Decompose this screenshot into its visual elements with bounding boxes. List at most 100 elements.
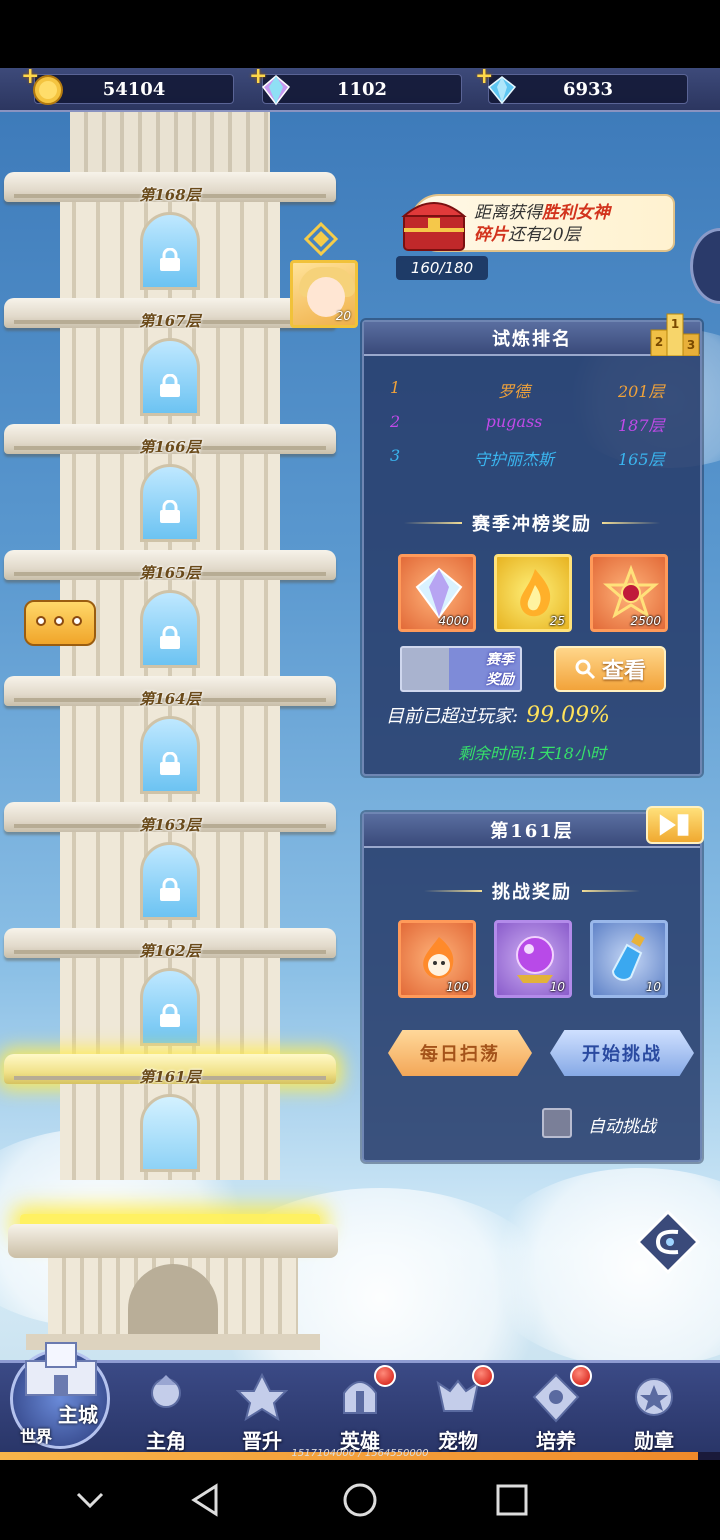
gold-coin-icon <box>33 75 63 105</box>
season-reward-crystal[interactable]: 4000 <box>398 554 476 632</box>
bottom-nav: 主城 世界 主角 晋升 英雄 宠物 培养 勋章 <box>0 1342 720 1460</box>
season-reward-flame[interactable]: 25 <box>494 554 572 632</box>
tower-top <box>70 112 270 172</box>
experience-text: 1517104000 / 1564550000 <box>291 1448 429 1459</box>
exceed-percent: 99.09% <box>526 703 610 728</box>
rank-number: 1 <box>390 378 401 397</box>
guild-emblem-icon[interactable] <box>634 1208 702 1276</box>
replay-video-button[interactable] <box>646 806 704 844</box>
floor-161-current[interactable]: 第161层 <box>0 1054 345 1180</box>
rank-row-2[interactable]: 2 pugass 187层 <box>364 408 700 438</box>
player-avatar[interactable]: 20 <box>290 260 358 328</box>
base-roof <box>8 1224 338 1258</box>
view-button[interactable]: 查看 <box>554 646 666 692</box>
auto-challenge-label: 自动挑战 <box>588 1117 656 1137</box>
nav-pets[interactable]: 宠物 <box>410 1365 506 1459</box>
rainbow-gem-amount: 1102 <box>336 78 388 100</box>
currency-bar: + 54104 + 1102 + 6933 <box>0 68 720 112</box>
rank-floor: 165层 <box>618 450 665 469</box>
reward-highlight: 碎片 <box>474 225 508 245</box>
floor-label: 第161层 <box>139 1068 201 1086</box>
purple-orb-icon <box>516 936 554 983</box>
lock-icon <box>160 248 180 271</box>
floor-label: 第162层 <box>139 942 201 960</box>
diamond-counter[interactable]: + 6933 <box>475 68 688 105</box>
challenge-reward-orb[interactable]: 10 <box>494 920 572 998</box>
rank-row-3[interactable]: 3 守护丽杰斯 165层 <box>364 442 700 472</box>
challenge-rewards-title: 挑战奖励 <box>492 882 572 903</box>
trial-tower: 第168层 第167层 第166层 第165层 第164层 第163层 第162… <box>0 112 358 1350</box>
rank-player-name: 守护丽杰斯 <box>473 450 554 469</box>
world-label: 世界 <box>20 1427 53 1446</box>
nav-hero-main[interactable]: 主角 <box>118 1373 214 1459</box>
status-bar <box>0 0 720 68</box>
chat-bubble-button[interactable] <box>24 600 96 646</box>
video-icon <box>659 814 689 836</box>
remaining-time: 剩余时间:1天18小时 <box>458 744 606 763</box>
rank-number: 3 <box>390 446 401 465</box>
reward-count: 10 <box>549 980 565 994</box>
rainbow-gem-icon <box>261 75 291 106</box>
ranking-panel: 试炼排名 1 2 3 1 罗德 201层 2 pugass 187层 3 守护丽… <box>362 313 702 776</box>
rank-player-name: 罗德 <box>497 382 530 401</box>
main-city-button[interactable]: 主城 世界 <box>6 1331 114 1451</box>
rank-floor: 201层 <box>618 382 665 401</box>
challenge-reward-fire-skull[interactable]: 100 <box>398 920 476 998</box>
reward-count: 25 <box>549 614 565 628</box>
nav-medals[interactable]: 勋章 <box>606 1373 702 1459</box>
back-icon[interactable] <box>188 1482 224 1518</box>
start-challenge-button[interactable]: 开始挑战 <box>550 1030 694 1076</box>
diamond-icon <box>487 76 517 105</box>
exceed-label: 目前已超过玩家: <box>386 706 519 727</box>
rank-player-name: pugass <box>485 412 543 431</box>
home-icon[interactable] <box>342 1482 378 1518</box>
reward-text: 距离获得胜利女神 碎片还有20层 <box>474 202 674 246</box>
view-button-label: 查看 <box>601 659 646 684</box>
nav-heroes[interactable]: 英雄 <box>312 1365 408 1459</box>
lock-icon <box>160 752 180 775</box>
floor-label: 第166层 <box>139 438 201 456</box>
chat-dot <box>54 616 64 626</box>
main-city-label: 主城 <box>58 1403 98 1427</box>
treasure-chest-icon[interactable] <box>398 188 470 254</box>
podium-third: 3 <box>687 338 695 352</box>
reward-count: 4000 <box>438 614 469 628</box>
nav-promotion[interactable]: 晋升 <box>214 1373 310 1459</box>
challenge-reward-potion[interactable]: 10 <box>590 920 668 998</box>
lock-icon <box>160 878 180 901</box>
floor-163[interactable]: 第163层 <box>0 802 345 928</box>
challenge-rewards-heading: 挑战奖励 <box>364 878 700 904</box>
floor-label: 第165层 <box>139 564 201 582</box>
system-nav-bar <box>0 1460 720 1540</box>
recents-icon[interactable] <box>494 1482 530 1518</box>
rank-floor: 187层 <box>618 416 665 435</box>
reward-suffix: 还有20层 <box>508 225 581 245</box>
reward-highlight: 胜利女神 <box>542 203 610 223</box>
season-reward-star-gem[interactable]: 2500 <box>590 554 668 632</box>
notification-dot <box>472 1365 494 1387</box>
floor-164[interactable]: 第164层 <box>0 676 345 802</box>
floor-162[interactable]: 第162层 <box>0 928 345 1054</box>
season-rewards-heading: 赛季冲榜奖励 <box>364 510 700 536</box>
screen: + 54104 + 1102 + 6933 第168层 第167层 第166层 … <box>0 0 720 1540</box>
floor-label: 第163层 <box>139 816 201 834</box>
floor-166[interactable]: 第166层 <box>0 424 345 550</box>
nav-cultivate[interactable]: 培养 <box>508 1365 604 1459</box>
position-marker-icon <box>304 222 338 256</box>
chevron-down-icon[interactable] <box>72 1482 108 1518</box>
gold-counter[interactable]: + 54104 <box>21 68 234 105</box>
lock-icon <box>160 1004 180 1027</box>
rank-row-1[interactable]: 1 罗德 201层 <box>364 374 700 404</box>
floor-label: 第167层 <box>139 312 201 330</box>
rank-number: 2 <box>390 412 401 431</box>
promotion-icon <box>236 1373 288 1422</box>
floor-panel: 第161层 挑战奖励 100 10 10 每日扫荡 开始挑战 自动挑战 <box>362 806 704 1162</box>
auto-challenge-checkbox[interactable] <box>542 1108 572 1138</box>
season-rewards-button[interactable]: 赛季 奖励 <box>400 646 522 692</box>
rainbow-gem-counter[interactable]: + 1102 <box>249 68 462 106</box>
side-menu-button[interactable] <box>690 228 720 304</box>
floor-label: 第164层 <box>139 690 201 708</box>
daily-sweep-button[interactable]: 每日扫荡 <box>388 1030 532 1076</box>
game-view: + 54104 + 1102 + 6933 第168层 第167层 第166层 … <box>0 68 720 1460</box>
medal-icon <box>635 1378 673 1416</box>
